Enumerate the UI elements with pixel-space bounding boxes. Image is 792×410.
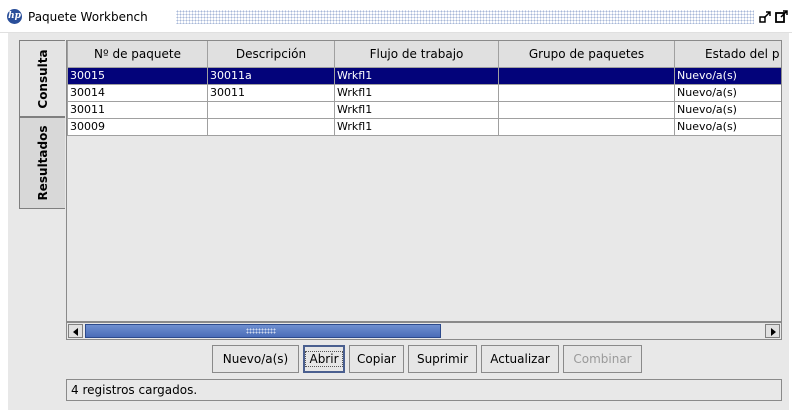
table-row[interactable]: 30009 Wrkfl1 Nuevo/a(s) xyxy=(67,117,781,136)
status-bar: 4 registros cargados. xyxy=(66,379,782,401)
table-cell: Nuevo/a(s) xyxy=(674,83,781,102)
table-cell xyxy=(498,83,675,102)
table-cell xyxy=(207,117,335,136)
table-cell: 30009 xyxy=(67,117,208,136)
table-cell: Nuevo/a(s) xyxy=(674,117,781,136)
table-cell: Wrkfl1 xyxy=(334,83,499,102)
new-button[interactable]: Nuevo/a(s) xyxy=(212,345,299,373)
column-header[interactable]: Grupo de paquetes xyxy=(498,41,675,68)
scrollbar-grip xyxy=(246,328,276,334)
maximize-icon[interactable] xyxy=(775,8,789,24)
scroll-left-icon[interactable] xyxy=(68,324,83,338)
column-header[interactable]: Flujo de trabajo xyxy=(334,41,499,68)
minimize-icon[interactable] xyxy=(759,8,773,24)
window-title: Paquete Workbench xyxy=(28,10,148,24)
table-cell: 30015 xyxy=(67,66,208,85)
tab-resultados-label: Resultados xyxy=(35,125,50,201)
table-cell: 30011a xyxy=(207,66,335,85)
table-cell xyxy=(498,100,675,119)
scrollbar-thumb[interactable] xyxy=(85,324,441,338)
results-table: Nº de paquete Descripción Flujo de traba… xyxy=(67,41,781,136)
table-cell: 30014 xyxy=(67,83,208,102)
column-header[interactable]: Nº de paquete xyxy=(67,41,208,68)
tab-consulta-label: Consulta xyxy=(35,48,50,109)
table-cell: 30011 xyxy=(207,83,335,102)
title-bar: hp Paquete Workbench xyxy=(0,0,792,33)
copy-button[interactable]: Copiar xyxy=(349,345,404,373)
table-cell xyxy=(498,66,675,85)
refresh-button[interactable]: Actualizar xyxy=(481,345,559,373)
tab-consulta[interactable]: Consulta xyxy=(19,40,65,117)
table-cell: 30011 xyxy=(67,100,208,119)
table-cell: Wrkfl1 xyxy=(334,100,499,119)
table-cell: Nuevo/a(s) xyxy=(674,100,781,119)
horizontal-scrollbar[interactable] xyxy=(66,322,782,340)
table-cell: Wrkfl1 xyxy=(334,117,499,136)
table-cell: Nuevo/a(s) xyxy=(674,66,781,85)
table-cell: Wrkfl1 xyxy=(334,66,499,85)
delete-button[interactable]: Suprimir xyxy=(408,345,477,373)
tab-resultados[interactable]: Resultados xyxy=(19,117,65,209)
column-header[interactable]: Estado del p xyxy=(674,41,781,68)
table-cell xyxy=(498,117,675,136)
open-button[interactable]: Abrir xyxy=(303,345,345,373)
scroll-right-icon[interactable] xyxy=(765,324,780,338)
open-button-label: Abrir xyxy=(305,351,343,367)
title-bar-pattern xyxy=(176,10,754,24)
table-row[interactable]: 30015 30011a Wrkfl1 Nuevo/a(s) xyxy=(67,66,781,85)
table-header-row: Nº de paquete Descripción Flujo de traba… xyxy=(67,41,781,68)
merge-button: Combinar xyxy=(563,345,642,373)
table-cell xyxy=(207,100,335,119)
column-header[interactable]: Descripción xyxy=(207,41,335,68)
table-row[interactable]: 30011 Wrkfl1 Nuevo/a(s) xyxy=(67,100,781,119)
results-table-container: Nº de paquete Descripción Flujo de traba… xyxy=(66,40,782,322)
table-row[interactable]: 30014 30011 Wrkfl1 Nuevo/a(s) xyxy=(67,83,781,102)
hp-logo-icon: hp xyxy=(7,9,22,24)
